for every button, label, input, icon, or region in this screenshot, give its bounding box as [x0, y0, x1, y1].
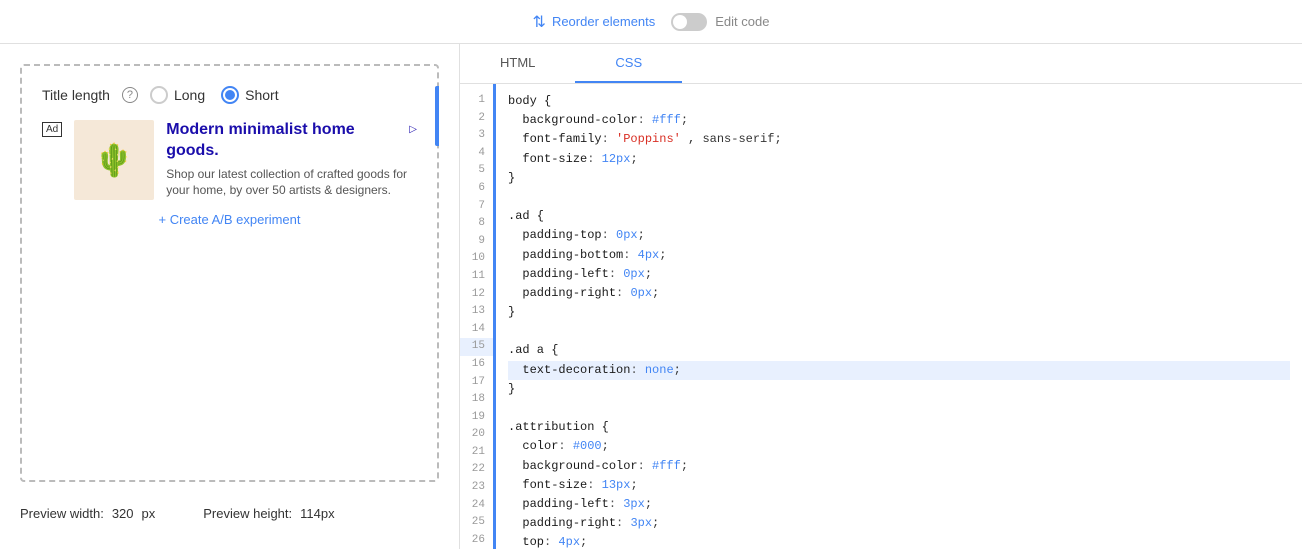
- title-length-label: Title length: [42, 87, 110, 103]
- code-line-12: }: [508, 303, 1290, 322]
- preview-info: Preview width: 320 px Preview height: 11…: [20, 498, 439, 529]
- preview-width-value: 320: [112, 506, 134, 521]
- code-line-17: [508, 399, 1290, 418]
- line-number-18: 18: [460, 391, 493, 409]
- line-number-14: 14: [460, 321, 493, 339]
- radio-circle-long: [150, 86, 168, 104]
- code-line-23: padding-right: 3px;: [508, 514, 1290, 533]
- create-ab-link[interactable]: + Create A/B experiment: [42, 212, 417, 227]
- line-number-17: 17: [460, 374, 493, 392]
- edit-code-toggle-container: Edit code: [671, 13, 769, 31]
- line-number-8: 8: [460, 215, 493, 233]
- ad-title: Modern minimalist home goods.: [166, 120, 405, 162]
- line-number-6: 6: [460, 180, 493, 198]
- main-content: Title length ? Long Short Ad 🌵: [0, 44, 1302, 549]
- code-line-2: background-color: #fff;: [508, 111, 1290, 130]
- toolbar: ⇅ Reorder elements Edit code: [0, 0, 1302, 44]
- ad-description: Shop our latest collection of crafted go…: [166, 166, 417, 200]
- ad-preview: Ad 🌵 Modern minimalist home goods. ▷ Sho…: [42, 120, 417, 200]
- ad-arrow-icon: ▷: [409, 124, 417, 135]
- code-line-11: padding-right: 0px;: [508, 284, 1290, 303]
- code-line-20: background-color: #fff;: [508, 457, 1290, 476]
- ad-title-row: Modern minimalist home goods. ▷: [166, 120, 417, 162]
- code-line-13: [508, 322, 1290, 341]
- code-content[interactable]: body { background-color: #fff; font-fami…: [496, 84, 1302, 549]
- preview-width-unit: px: [142, 506, 156, 521]
- radio-long[interactable]: Long: [150, 86, 205, 104]
- line-number-24: 24: [460, 497, 493, 515]
- code-line-4: font-size: 12px;: [508, 150, 1290, 169]
- code-line-1: body {: [508, 92, 1290, 111]
- left-panel: Title length ? Long Short Ad 🌵: [0, 44, 460, 549]
- code-line-16: }: [508, 380, 1290, 399]
- line-number-12: 12: [460, 286, 493, 304]
- preview-height-label: Preview height:: [203, 506, 292, 521]
- line-number-13: 13: [460, 303, 493, 321]
- line-number-15: 15: [460, 338, 493, 356]
- code-editor: 1234567891011121314151617181920212223242…: [460, 84, 1302, 549]
- tab-css[interactable]: CSS: [575, 44, 682, 83]
- radio-long-label: Long: [174, 87, 205, 103]
- code-panel: HTML CSS 1234567891011121314151617181920…: [460, 44, 1302, 549]
- code-line-22: padding-left: 3px;: [508, 495, 1290, 514]
- line-number-16: 16: [460, 356, 493, 374]
- ad-badge: Ad: [42, 122, 62, 137]
- cactus-icon: 🌵: [94, 141, 134, 179]
- code-line-7: .ad {: [508, 207, 1290, 226]
- help-icon[interactable]: ?: [122, 87, 138, 103]
- code-line-10: padding-left: 0px;: [508, 265, 1290, 284]
- code-line-14: .ad a {: [508, 341, 1290, 360]
- reorder-icon: ⇅: [533, 12, 546, 32]
- radio-circle-short: [221, 86, 239, 104]
- code-line-24: top: 4px;: [508, 533, 1290, 549]
- title-length-row: Title length ? Long Short: [42, 86, 417, 104]
- ad-content: Modern minimalist home goods. ▷ Shop our…: [166, 120, 417, 200]
- code-line-9: padding-bottom: 4px;: [508, 246, 1290, 265]
- accent-bar: [435, 86, 439, 146]
- code-line-19: color: #000;: [508, 437, 1290, 456]
- line-number-5: 5: [460, 162, 493, 180]
- code-line-18: .attribution {: [508, 418, 1290, 437]
- preview-card: Title length ? Long Short Ad 🌵: [20, 64, 439, 482]
- code-line-3: font-family: 'Poppins' , sans-serif;: [508, 130, 1290, 149]
- code-line-15: text-decoration: none;: [508, 361, 1290, 380]
- line-number-22: 22: [460, 461, 493, 479]
- radio-short[interactable]: Short: [221, 86, 278, 104]
- reorder-elements-button[interactable]: ⇅ Reorder elements: [533, 12, 656, 32]
- line-number-10: 10: [460, 250, 493, 268]
- radio-short-label: Short: [245, 87, 278, 103]
- line-numbers: 1234567891011121314151617181920212223242…: [460, 84, 496, 549]
- code-tabs: HTML CSS: [460, 44, 1302, 84]
- code-line-5: }: [508, 169, 1290, 188]
- line-number-1: 1: [460, 92, 493, 110]
- edit-code-toggle[interactable]: [671, 13, 707, 31]
- reorder-label: Reorder elements: [552, 14, 655, 29]
- ad-image: 🌵: [74, 120, 154, 200]
- preview-height-value: 114px: [300, 506, 334, 521]
- line-number-9: 9: [460, 233, 493, 251]
- tab-html[interactable]: HTML: [460, 44, 575, 83]
- line-number-2: 2: [460, 110, 493, 128]
- code-line-8: padding-top: 0px;: [508, 226, 1290, 245]
- line-number-23: 23: [460, 479, 493, 497]
- code-line-6: [508, 188, 1290, 207]
- line-number-3: 3: [460, 127, 493, 145]
- edit-code-label: Edit code: [715, 14, 769, 29]
- line-number-11: 11: [460, 268, 493, 286]
- line-number-25: 25: [460, 514, 493, 532]
- line-number-21: 21: [460, 444, 493, 462]
- radio-group: Long Short: [150, 86, 279, 104]
- line-number-19: 19: [460, 409, 493, 427]
- line-number-4: 4: [460, 145, 493, 163]
- line-number-7: 7: [460, 198, 493, 216]
- line-number-20: 20: [460, 426, 493, 444]
- line-number-26: 26: [460, 532, 493, 549]
- code-line-21: font-size: 13px;: [508, 476, 1290, 495]
- preview-width-label: Preview width:: [20, 506, 104, 521]
